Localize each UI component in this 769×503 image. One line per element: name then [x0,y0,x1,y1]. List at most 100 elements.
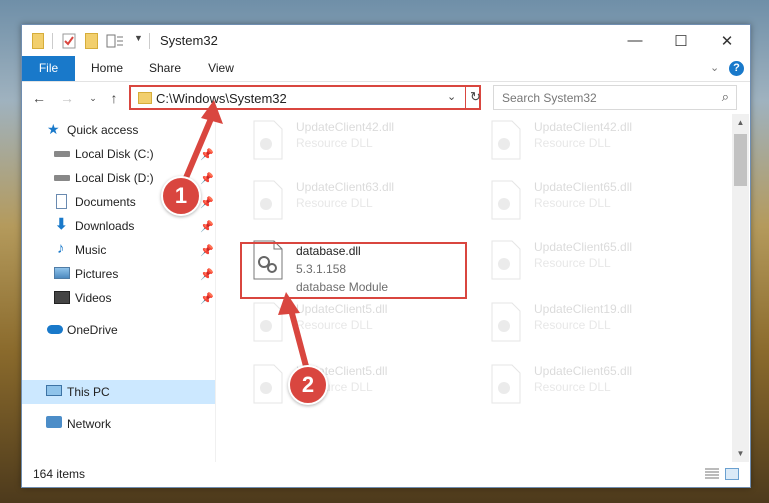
search-placeholder[interactable]: Search System32 [502,91,597,105]
sidebar-item-quick-access[interactable]: ★ Quick access [22,118,215,142]
list-item[interactable]: UpdateClient65.dll Resource DLL [482,360,702,408]
list-item[interactable]: UpdateClient19.dll Resource DLL [482,298,702,346]
address-bar[interactable]: C:\Windows\System32 ⌄ ↻ [129,85,481,110]
navigation-bar: ← → ⌄ ↑ C:\Windows\System32 ⌄ ↻ Search S… [22,82,750,114]
sidebar-item-downloads[interactable]: ⬇ Downloads 📌 [22,214,215,238]
file-name: UpdateClient5.dll [296,302,388,316]
recent-locations-icon[interactable]: ⌄ [84,88,102,108]
file-name: UpdateClient65.dll [534,240,633,254]
sidebar-label: Local Disk (D:) [75,171,154,185]
network-icon [46,416,62,428]
sidebar-label: Quick access [67,123,139,137]
scrollbar-thumb[interactable] [734,134,747,186]
scroll-up-icon[interactable]: ▲ [732,114,749,131]
file-type: Resource DLL [534,318,611,332]
pin-icon[interactable]: 📌 [200,196,214,209]
sidebar-item-this-pc[interactable]: This PC [22,380,215,404]
sidebar-label: This PC [67,385,110,399]
list-item[interactable]: UpdateClient63.dll Resource DLL [244,176,464,224]
details-view-icon[interactable] [705,468,719,480]
dll-file-icon [253,302,283,342]
address-path[interactable]: C:\Windows\System32 [156,91,287,106]
navigation-pane: ★ Quick access Local Disk (C:) 📌 Local D… [22,114,215,462]
ribbon-tabs: File Home Share View ⌄ ? [22,56,750,82]
title-bar: ▼ System32 — ☐ ✕ [22,25,750,56]
new-folder-icon[interactable] [85,33,98,49]
dll-file-icon [491,302,521,342]
list-item[interactable]: UpdateClient65.dll Resource DLL [482,176,702,224]
up-button[interactable]: ↑ [105,88,123,108]
search-icon[interactable]: ⌕ [722,89,729,105]
item-count: 164 items [33,467,86,481]
refresh-icon[interactable]: ↻ [470,89,481,105]
window-title: System32 [160,33,218,48]
dll-file-icon [253,364,283,404]
dll-file-icon [491,120,521,160]
file-name: UpdateClient65.dll [534,180,633,194]
pin-icon[interactable]: 📌 [200,244,214,257]
sidebar-item-onedrive[interactable]: OneDrive [22,318,215,342]
file-type: Resource DLL [534,196,611,210]
documents-icon [56,194,67,209]
customize-toolbar-icon[interactable] [106,33,126,49]
folder-icon [138,92,152,104]
maximize-button[interactable]: ☐ [658,25,704,56]
sidebar-label: Network [67,417,112,431]
address-dropdown-icon[interactable]: ⌄ [447,90,456,103]
tab-view[interactable]: View [196,56,246,81]
dll-file-icon [491,240,521,280]
drive-icon [54,151,70,157]
pictures-icon [54,267,70,279]
sidebar-label: Documents [75,195,136,209]
file-name: UpdateClient65.dll [534,364,633,378]
file-name: UpdateClient19.dll [534,302,633,316]
list-item[interactable]: UpdateClient42.dll Resource DLL [244,116,464,164]
forward-button[interactable]: → [58,88,76,108]
help-icon[interactable]: ? [729,61,744,76]
download-icon: ⬇ [55,216,68,233]
status-bar: 164 items [22,462,750,487]
cloud-icon [47,325,63,334]
sidebar-label: Pictures [75,267,119,281]
list-item[interactable]: UpdateClient42.dll Resource DLL [482,116,702,164]
list-item[interactable]: UpdateClient65.dll Resource DLL [482,236,702,284]
sidebar-item-music[interactable]: ♪ Music 📌 [22,238,215,262]
file-type: Resource DLL [534,136,611,150]
dll-file-icon [253,120,283,160]
pin-icon[interactable]: 📌 [200,268,214,281]
sidebar-label: Local Disk (C:) [75,147,154,161]
step-2-callout: 2 [288,365,328,405]
videos-icon [54,291,70,304]
sidebar-item-network[interactable]: Network [22,412,215,436]
pin-icon[interactable]: 📌 [200,172,214,185]
large-icons-view-icon[interactable] [725,468,739,480]
pin-icon[interactable]: 📌 [200,292,214,305]
file-name: UpdateClient42.dll [534,120,633,134]
step-1-callout: 1 [161,176,201,216]
separator [465,87,466,108]
tab-file[interactable]: File [22,56,75,81]
list-item[interactable]: UpdateClient5.dll Resource DLL [244,298,464,346]
pin-icon[interactable]: 📌 [200,220,214,233]
dropdown-arrow-icon[interactable]: ▼ [134,33,144,49]
sidebar-item-videos[interactable]: Videos 📌 [22,286,215,310]
scroll-down-icon[interactable]: ▼ [732,445,749,462]
expand-ribbon-icon[interactable]: ⌄ [710,61,719,74]
pin-icon[interactable]: 📌 [200,148,214,161]
sidebar-item-pictures[interactable]: Pictures 📌 [22,262,215,286]
search-box[interactable]: Search System32 ⌕ [493,85,737,110]
tab-home[interactable]: Home [82,56,132,81]
file-type: Resource DLL [534,380,611,394]
sidebar-item-local-disk-c[interactable]: Local Disk (C:) 📌 [22,142,215,166]
close-button[interactable]: ✕ [704,25,750,56]
properties-icon[interactable] [62,33,76,49]
vertical-scrollbar[interactable]: ▲ ▼ [732,114,749,462]
back-button[interactable]: ← [30,88,48,108]
file-highlight-box [240,242,467,299]
minimize-button[interactable]: — [612,25,658,56]
star-icon: ★ [47,121,60,137]
folder-icon [32,33,44,49]
list-item[interactable]: UpdateClient5.dll Resource DLL [244,360,464,408]
file-name: UpdateClient63.dll [296,180,395,194]
tab-share[interactable]: Share [140,56,190,81]
